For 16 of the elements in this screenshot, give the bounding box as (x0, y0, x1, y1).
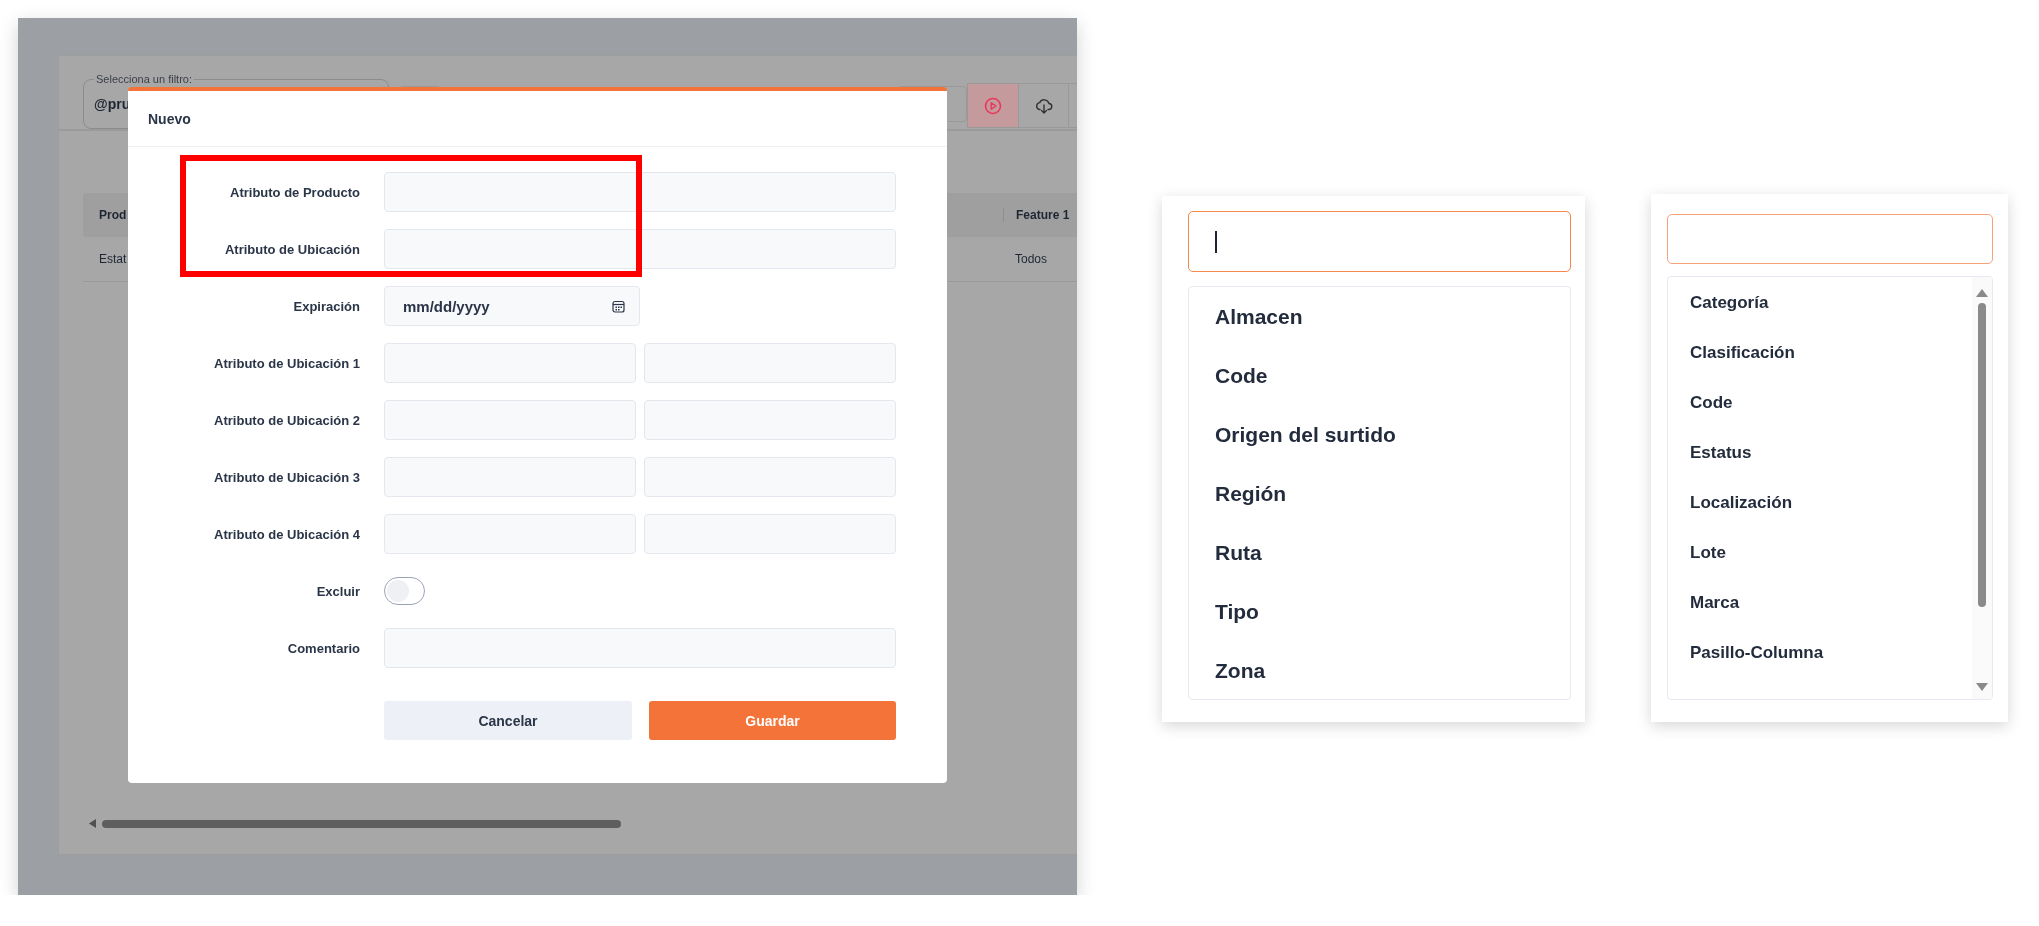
field-label: Atributo de Ubicación (223, 241, 360, 257)
field-label: Excluir (315, 583, 360, 599)
field-label: Comentario (286, 640, 360, 656)
field-label: Atributo de Ubicación 3 (213, 469, 360, 485)
field-label: Atributo de Ubicación 1 (213, 355, 360, 371)
field-label: Atributo de Ubicación 4 (213, 526, 360, 542)
table-cell-text: Estat (98, 252, 128, 266)
table-cell-text: Todos (1014, 252, 1049, 266)
filter-label: Selecciona un filtro: (94, 72, 194, 86)
column-header: Feature 1 (1003, 208, 1077, 222)
dialog-title: Nuevo (148, 110, 191, 127)
column-header: Prod (98, 208, 128, 222)
field-label: Expiración (292, 298, 360, 314)
field-label: Atributo de Ubicación 2 (213, 412, 360, 428)
date-placeholder: mm/dd/yyyy (403, 297, 490, 315)
field-label: Atributo de Producto (229, 184, 360, 200)
